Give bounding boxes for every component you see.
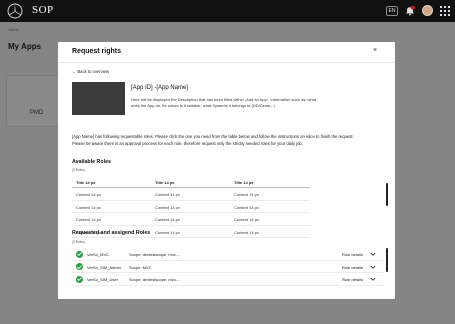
app-title: [App ID] -[App Name] (131, 85, 189, 91)
role-scope: Scope: devtestscope, mvc,... (129, 252, 181, 257)
column-header[interactable]: Title 14 px (76, 180, 96, 185)
app-thumbnail (72, 82, 125, 115)
back-label: Back to overview (77, 69, 110, 74)
brand-name[interactable]: SOP (32, 4, 54, 16)
table-cell: Content 14 px (234, 192, 259, 197)
list-item[interactable]: VerSo_SIM_Admin Scope: MVC Role details (72, 261, 384, 273)
modal-title: Request rights (72, 48, 122, 55)
app-description: Here will be displayed the Description t… (131, 97, 316, 108)
column-header[interactable]: Title 14 px (155, 180, 175, 185)
request-rights-modal: Request rights × ← Back to overview [App… (58, 42, 395, 299)
role-details-link[interactable]: Role details (342, 265, 363, 270)
avatar[interactable] (422, 5, 433, 16)
star-logo-icon[interactable] (7, 3, 23, 19)
table-header: Title 14 px Title 14 px Title 14 px (72, 176, 310, 188)
available-roles-scrollbar[interactable] (386, 183, 388, 206)
table-cell: Content 14 px (76, 192, 101, 197)
table-row[interactable]: Content 14 px Content 14 px Content 14 p… (72, 188, 310, 201)
table-cell: Content 14 px (234, 204, 259, 210)
role-details-link[interactable]: Role details (342, 277, 363, 282)
list-item[interactable]: VerSo_SIM_User Scope: devtestscope, mvc,… (72, 273, 384, 286)
chevron-down-icon[interactable] (370, 251, 376, 257)
info-line: [App Name] has following requestable rol… (72, 134, 354, 139)
available-roles-table: Title 14 px Title 14 px Title 14 px Cont… (72, 176, 310, 238)
apps-grid-icon[interactable] (440, 6, 450, 16)
check-circle-icon (76, 263, 83, 270)
role-name: VerSo_SIM_User (87, 277, 118, 282)
role-name: VerSo_SIM_Admin (87, 264, 121, 270)
back-to-overview-link[interactable]: ← Back to overview (72, 69, 109, 74)
available-roles-count: (3 Roles) (72, 168, 85, 172)
column-header[interactable]: Title 14 px (234, 180, 254, 185)
role-details-link[interactable]: Role details (342, 252, 363, 257)
role-name: VerSo_MVC (87, 252, 110, 257)
language-switch[interactable]: EN (386, 6, 398, 16)
table-cell: Content 14 px (155, 217, 180, 222)
chevron-down-icon[interactable] (370, 276, 376, 282)
table-cell: Content 14 px (234, 217, 259, 222)
table-row[interactable]: Content 14 px Content 14 px Content 14 p… (72, 201, 310, 213)
check-circle-icon (76, 250, 83, 258)
table-row[interactable]: Content 14 px Content 14 px Content 14 p… (72, 213, 310, 226)
divider (58, 62, 395, 63)
table-cell: Content 14 px (76, 204, 101, 210)
table-cell: Content 14 px (234, 229, 259, 235)
table-cell: Content 14 px (155, 192, 180, 197)
table-cell: Content 14 px (155, 204, 180, 210)
assigned-roles-scrollbar[interactable] (386, 248, 388, 272)
assigned-roles-count: (3 Roles) (72, 240, 85, 244)
assigned-roles-title: Requested and assigend Roles (72, 230, 151, 236)
bell-icon[interactable] (405, 5, 415, 16)
role-scope: Scope: MVC (129, 264, 152, 270)
chevron-down-icon[interactable] (370, 264, 376, 270)
info-line: Please be aware there is an approval pro… (72, 140, 303, 146)
info-text: [App Name] has following requestable rol… (72, 134, 384, 147)
arrow-left-icon: ← (72, 69, 77, 74)
close-icon[interactable]: × (373, 47, 377, 54)
role-scope: Scope: devtestscope, mvc,... (129, 277, 181, 282)
top-bar: SOP EN (0, 0, 455, 22)
notification-badge (410, 5, 415, 10)
check-circle-icon (76, 275, 83, 283)
assigned-roles-list: VerSo_MVC Scope: devtestscope, mvc,... R… (72, 248, 384, 286)
table-cell: Content 14 px (76, 217, 101, 222)
list-item[interactable]: VerSo_MVC Scope: devtestscope, mvc,... R… (72, 248, 384, 261)
table-cell: Content 14 px (155, 229, 180, 235)
available-roles-title: Available Roles (72, 159, 111, 165)
